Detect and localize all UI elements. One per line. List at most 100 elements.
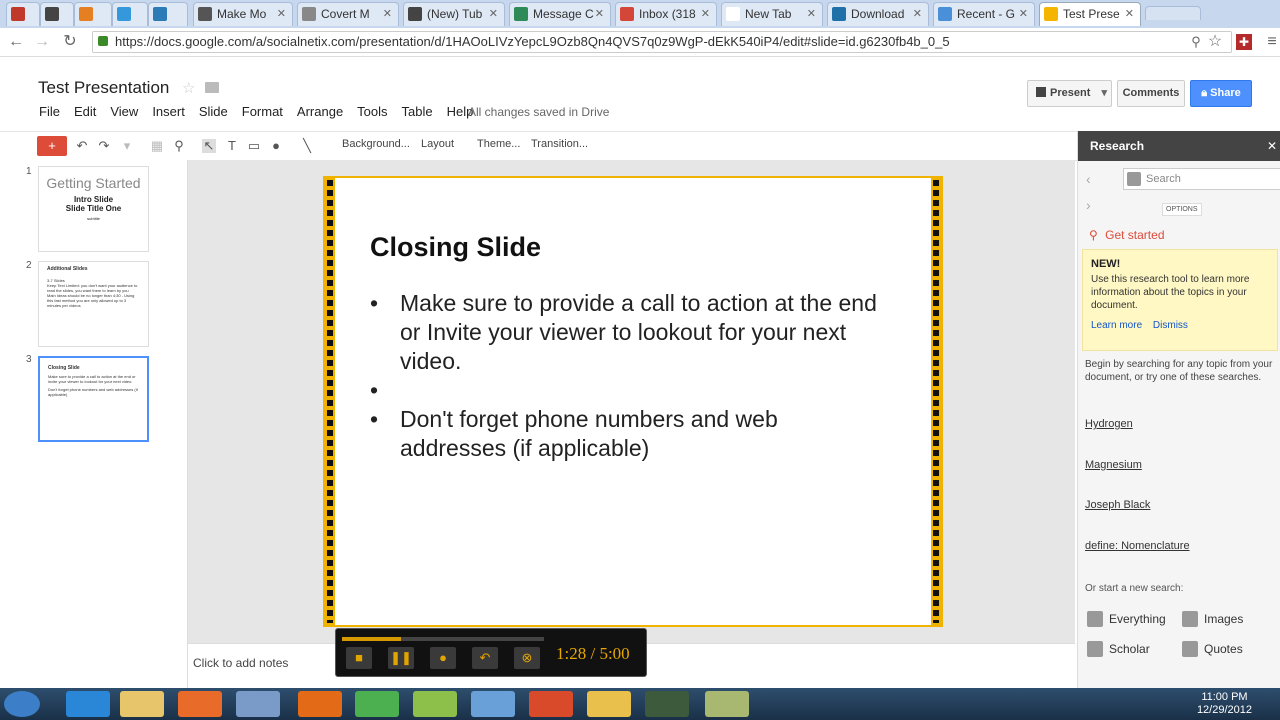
url-input[interactable]: https://docs.google.com/a/socialnetix.co… — [92, 31, 1232, 53]
close-tab-icon[interactable]: ✕ — [1125, 3, 1134, 25]
slide-title[interactable]: Closing Slide — [370, 232, 541, 263]
browser-tab[interactable] — [40, 2, 74, 26]
share-button[interactable]: 🔒︎ Share — [1190, 80, 1252, 107]
menu-edit[interactable]: Edit — [74, 104, 96, 119]
menu-arrange[interactable]: Arrange — [297, 104, 343, 119]
line-icon[interactable]: ╲ — [300, 139, 314, 153]
paint-format-icon[interactable]: ▾ — [120, 139, 134, 153]
slide-thumbnail-1[interactable]: Getting Started Intro Slide Slide Title … — [38, 166, 149, 252]
browser-tab[interactable]: Recent - G ✕ — [933, 2, 1035, 26]
layout-button[interactable]: Layout — [421, 138, 454, 150]
close-tab-icon[interactable]: ✕ — [595, 3, 604, 25]
undo-icon[interactable]: ↶ — [472, 647, 498, 669]
get-started-link[interactable]: ⚲ Get started — [1089, 228, 1165, 242]
search-icon[interactable]: ⚲ — [1186, 32, 1206, 52]
reload-icon[interactable]: ↻ — [60, 32, 80, 52]
menu-insert[interactable]: Insert — [152, 104, 185, 119]
forward-chevron-icon[interactable]: › — [1086, 197, 1091, 213]
close-tab-icon[interactable]: ✕ — [1019, 3, 1028, 25]
close-tab-icon[interactable]: ✕ — [489, 3, 498, 25]
close-tab-icon[interactable]: ✕ — [913, 3, 922, 25]
media-player-icon[interactable] — [178, 691, 222, 717]
browser-tab[interactable]: Covert M ✕ — [297, 2, 399, 26]
close-tab-icon[interactable]: ✕ — [807, 3, 816, 25]
present-button[interactable]: Present ▾ — [1027, 80, 1112, 107]
menu-wrench-icon[interactable]: ≡ — [1262, 32, 1280, 52]
menu-table[interactable]: Table — [402, 104, 433, 119]
everything-search[interactable]: Everything — [1087, 611, 1166, 627]
back-chevron-icon[interactable]: ‹ — [1086, 171, 1091, 187]
start-button[interactable] — [4, 691, 40, 717]
image-icon[interactable]: ▭ — [247, 139, 261, 153]
theme-button[interactable]: Theme... — [477, 138, 520, 150]
microphone-icon[interactable]: ● — [430, 647, 456, 669]
images-search[interactable]: Images — [1182, 611, 1243, 627]
pause-icon[interactable]: ❚❚ — [388, 647, 414, 669]
new-slide-plus-icon[interactable]: + — [37, 136, 67, 156]
app-icon[interactable] — [529, 691, 573, 717]
text-box-icon[interactable]: T — [225, 139, 239, 153]
select-arrow-icon[interactable]: ↖ — [202, 139, 216, 153]
dismiss-link[interactable]: Dismiss — [1153, 320, 1188, 331]
browser-tab-active[interactable]: Test Prese ✕ — [1039, 2, 1141, 26]
app-icon[interactable] — [413, 691, 457, 717]
suggestion-link[interactable]: Hydrogen — [1085, 418, 1133, 430]
menu-file[interactable]: File — [39, 104, 60, 119]
file-explorer-icon[interactable] — [120, 691, 164, 717]
app-icon[interactable] — [645, 691, 689, 717]
quotes-search[interactable]: Quotes — [1182, 641, 1243, 657]
suggestion-link[interactable]: Joseph Black — [1085, 499, 1150, 511]
browser-tab[interactable]: Message C ✕ — [509, 2, 611, 26]
learn-more-link[interactable]: Learn more — [1091, 320, 1142, 331]
firefox-icon[interactable] — [298, 691, 342, 717]
close-icon[interactable]: ✕ — [1267, 139, 1277, 153]
app-icon[interactable] — [705, 691, 749, 717]
browser-tab[interactable]: Make Mo ✕ — [193, 2, 293, 26]
extension-icon[interactable]: ✚ — [1236, 34, 1252, 50]
scholar-search[interactable]: Scholar — [1087, 641, 1150, 657]
app-icon[interactable] — [587, 691, 631, 717]
close-tab-icon[interactable]: ✕ — [277, 3, 286, 25]
app-icon[interactable] — [471, 691, 515, 717]
folder-icon[interactable] — [205, 82, 219, 93]
stop-icon[interactable]: ■ — [346, 647, 372, 669]
slide-bullet-list[interactable]: Make sure to provide a call to action at… — [370, 289, 890, 463]
internet-explorer-icon[interactable] — [66, 691, 110, 717]
transition-button[interactable]: Transition... — [531, 138, 588, 150]
forward-arrow-icon[interactable]: → — [32, 32, 52, 52]
suggestion-link[interactable]: Magnesium — [1085, 459, 1142, 471]
browser-tab[interactable] — [112, 2, 148, 26]
cancel-icon[interactable]: ⊗ — [514, 647, 540, 669]
close-tab-icon[interactable]: ✕ — [383, 3, 392, 25]
chrome-icon[interactable] — [355, 691, 399, 717]
suggestion-link[interactable]: define: Nomenclature — [1085, 540, 1190, 552]
research-search-input[interactable]: Search — [1123, 168, 1280, 190]
menu-slide[interactable]: Slide — [199, 104, 228, 119]
star-icon[interactable]: ☆ — [182, 79, 195, 97]
bookmark-star-icon[interactable]: ☆ — [1205, 32, 1225, 52]
shape-icon[interactable]: ● — [269, 139, 283, 153]
app-icon[interactable] — [236, 691, 280, 717]
background-button[interactable]: Background... — [342, 138, 410, 150]
browser-tab[interactable]: Inbox (318 ✕ — [615, 2, 717, 26]
menu-format[interactable]: Format — [242, 104, 283, 119]
browser-tab[interactable] — [74, 2, 112, 26]
browser-tab[interactable] — [6, 2, 40, 26]
menu-tools[interactable]: Tools — [357, 104, 387, 119]
presentation-title[interactable]: Test Presentation — [38, 78, 169, 98]
zoom-icon[interactable]: ⚲ — [172, 139, 186, 153]
comments-button[interactable]: Comments — [1117, 80, 1185, 107]
undo-icon[interactable]: ↶ — [75, 139, 89, 153]
slide[interactable]: Closing Slide Make sure to provide a cal… — [323, 176, 943, 627]
back-arrow-icon[interactable]: ← — [6, 32, 26, 52]
browser-tab[interactable]: (New) Tub ✕ — [403, 2, 505, 26]
slide-thumbnail-2[interactable]: Additional Slides 3-7 Slides Keep Text L… — [38, 261, 149, 347]
system-clock[interactable]: 11:00 PM 12/29/2012 — [1197, 691, 1252, 717]
menu-view[interactable]: View — [110, 104, 138, 119]
options-button[interactable]: OPTIONS — [1162, 203, 1202, 216]
chevron-down-icon[interactable]: ▾ — [1101, 81, 1107, 106]
slide-thumbnail-3[interactable]: Closing Slide Make sure to provide a cal… — [38, 356, 149, 442]
browser-tab[interactable] — [148, 2, 188, 26]
browser-tab[interactable]: New Tab ✕ — [721, 2, 823, 26]
browser-tab[interactable]: Download ✕ — [827, 2, 929, 26]
